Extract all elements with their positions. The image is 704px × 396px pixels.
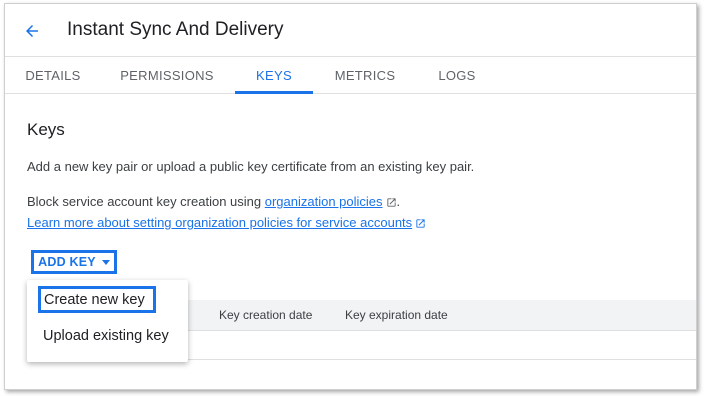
learn-more-line: Learn more about setting organization po… [27,215,426,230]
back-button[interactable] [19,18,45,44]
page-title: Instant Sync And Delivery [67,19,284,40]
column-key-expiration-date[interactable]: Key expiration date [345,308,448,322]
column-key-creation-date[interactable]: Key creation date [219,308,312,322]
keys-description: Add a new key pair or upload a public ke… [27,159,475,174]
tab-keys[interactable]: KEYS [235,57,313,94]
menu-item-create-new-key[interactable]: Create new key [38,286,156,313]
policy-prefix: Block service account key creation using [27,194,265,209]
keys-table-header: Key creation date Key expiration date [187,300,696,331]
add-key-menu: Create new key Upload existing key [27,280,188,362]
table-divider [187,359,696,360]
tab-details[interactable]: DETAILS [5,57,101,93]
open-in-new-icon [386,198,396,207]
page-header: Instant Sync And Delivery [5,4,696,57]
policy-suffix: . [396,194,401,209]
tab-bar: DETAILS PERMISSIONS KEYS METRICS LOGS [5,57,696,94]
app-window: Instant Sync And Delivery DETAILS PERMIS… [4,3,697,390]
add-key-button[interactable]: ADD KEY [31,250,117,274]
tab-metrics[interactable]: METRICS [323,57,407,93]
organization-policies-link[interactable]: organization policies [265,194,383,209]
keys-content: Keys Add a new key pair or upload a publ… [5,94,696,389]
section-title: Keys [27,120,65,139]
tab-logs[interactable]: LOGS [423,57,491,93]
tab-permissions[interactable]: PERMISSIONS [111,57,223,93]
add-key-label: ADD KEY [38,255,96,269]
caret-down-icon [101,260,110,265]
arrow-back-icon [26,25,38,37]
learn-more-link[interactable]: Learn more about setting organization po… [27,215,412,230]
open-in-new-icon [416,219,425,228]
menu-item-upload-existing-key[interactable]: Upload existing key [27,321,188,351]
policy-text: Block service account key creation using… [27,194,400,209]
